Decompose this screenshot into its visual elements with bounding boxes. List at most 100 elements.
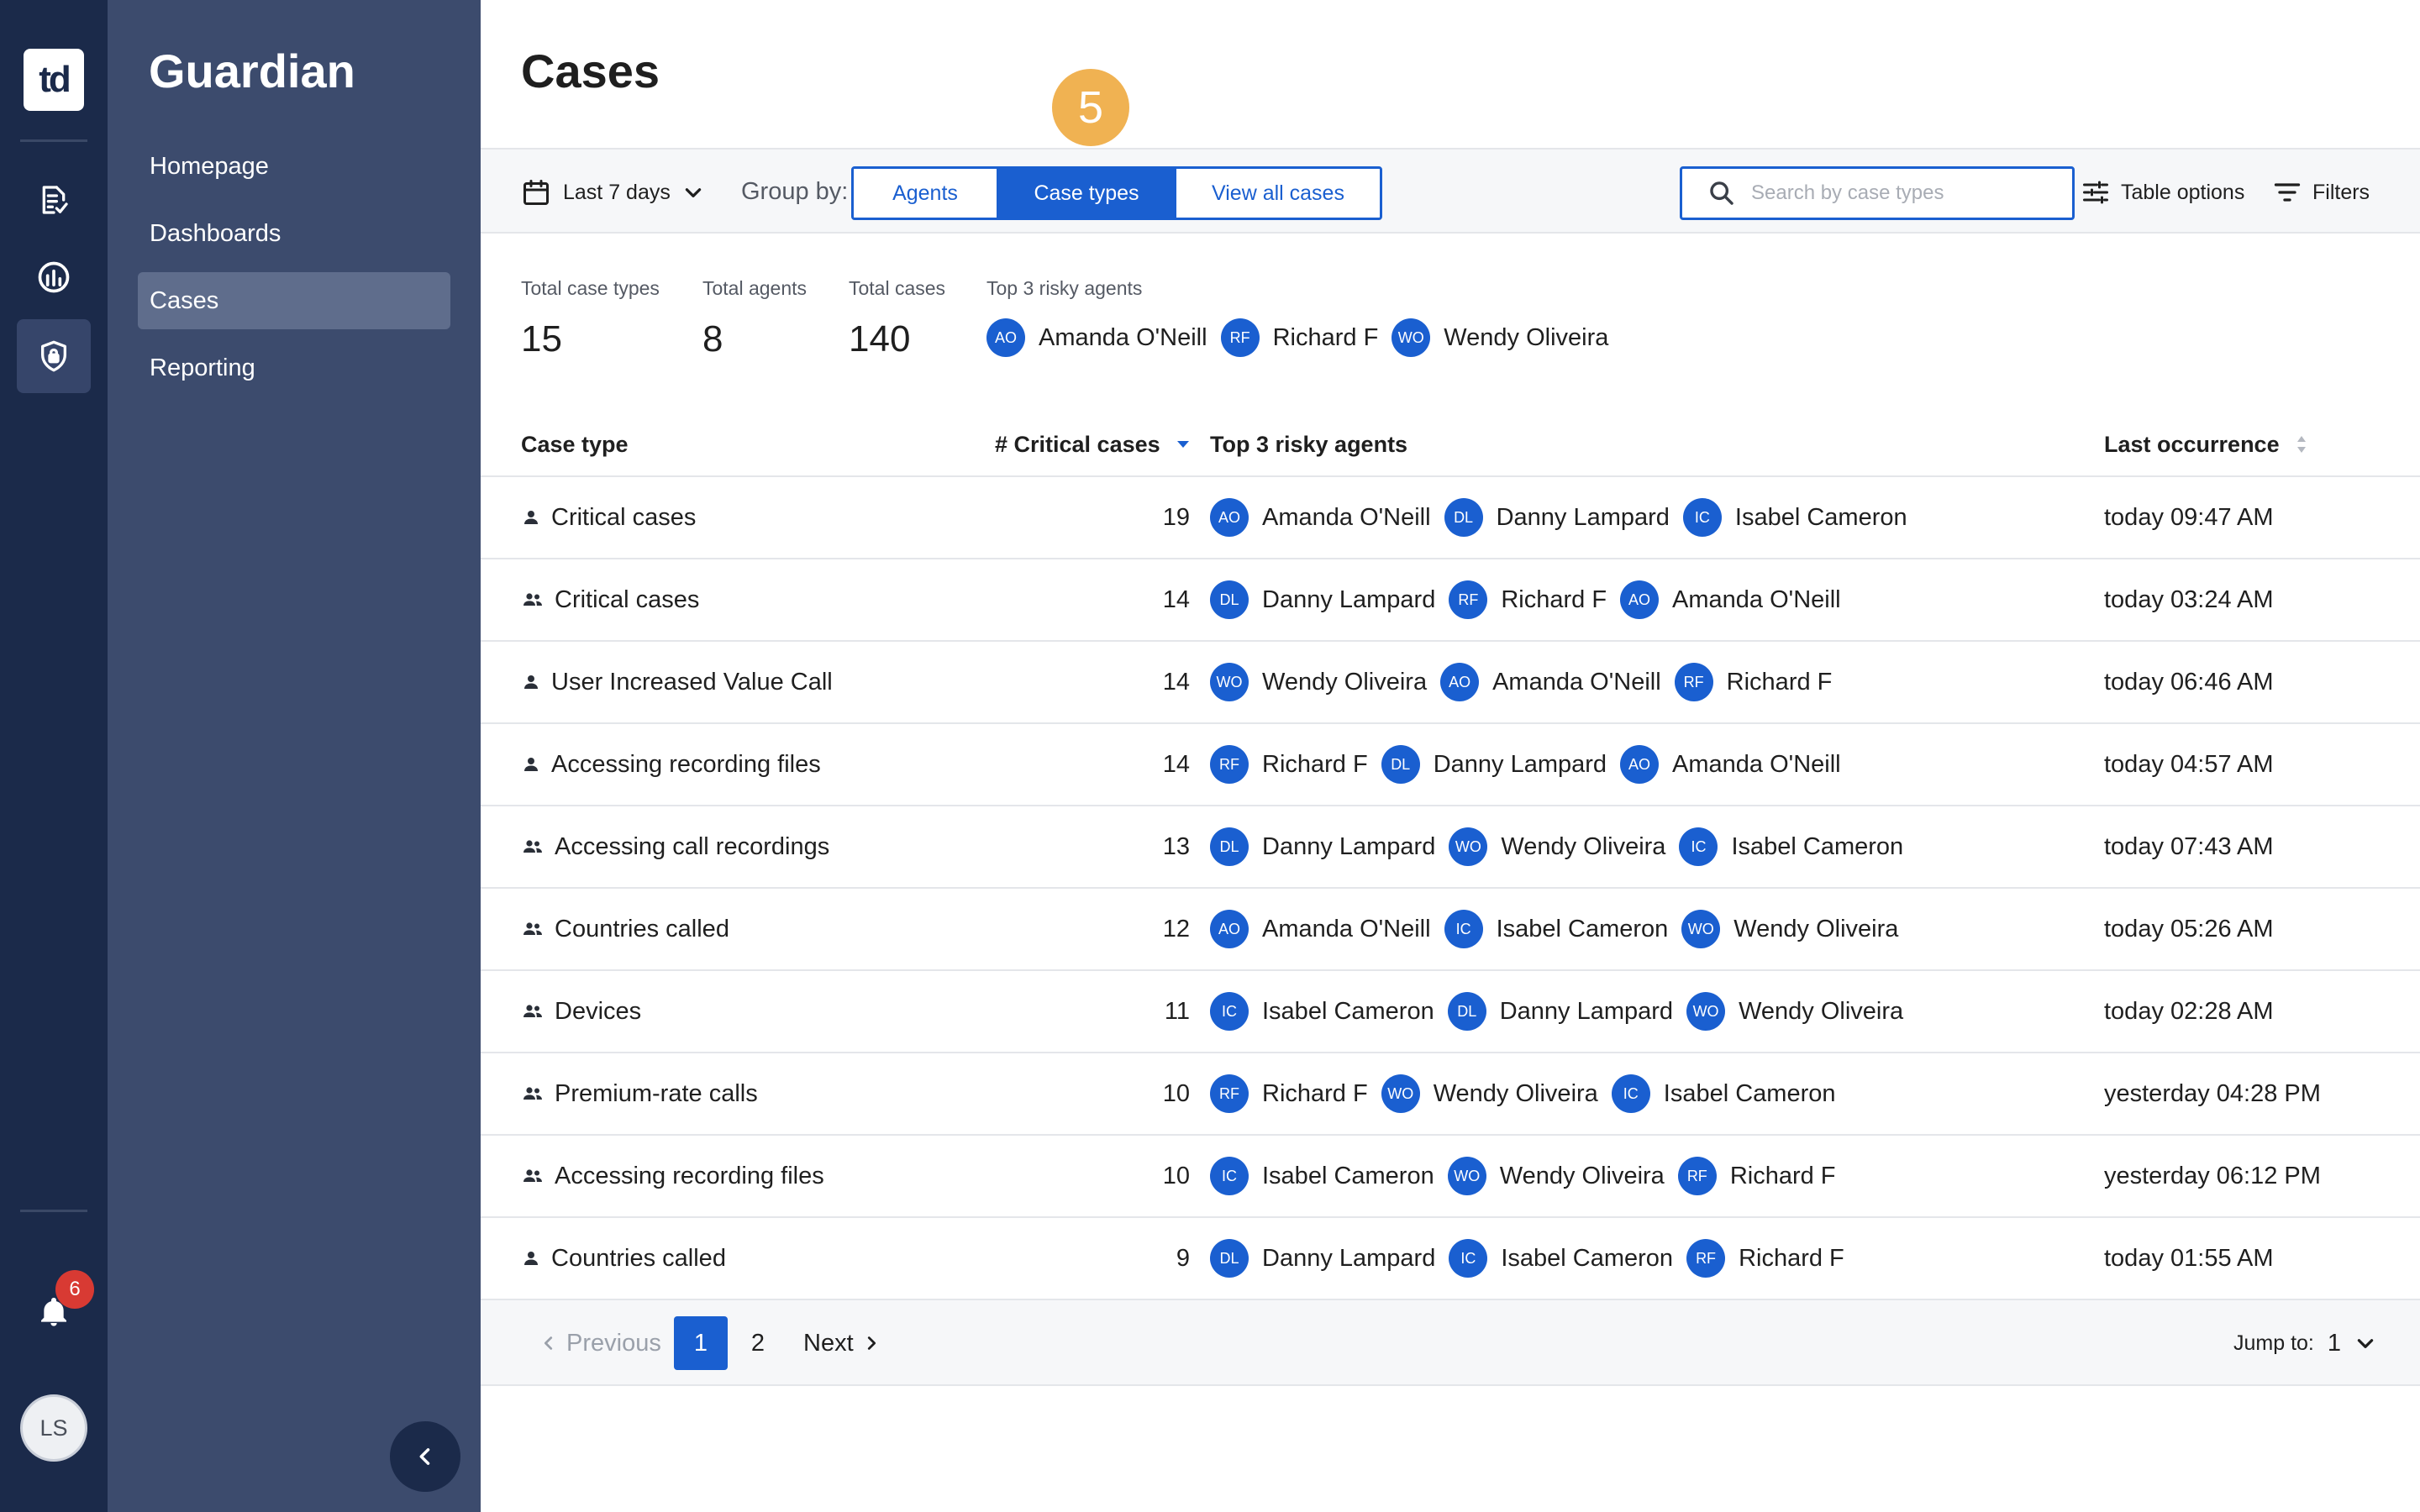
agent-chip[interactable]: IC Isabel Cameron bbox=[1682, 498, 1921, 537]
last-occurrence-cell: today 05:26 AM bbox=[2104, 915, 2274, 942]
agent-chip[interactable]: DL Danny Lampard bbox=[1447, 992, 1686, 1031]
critical-count-cell: 14 bbox=[1162, 668, 1190, 696]
column-label: Last occurrence bbox=[2104, 431, 2280, 457]
previous-label: Previous bbox=[566, 1329, 661, 1357]
rail-tasks-button[interactable] bbox=[17, 163, 91, 237]
table-row[interactable]: Critical cases 14 DL Danny Lampard RF Richard… bbox=[481, 559, 2420, 642]
table-row[interactable]: Critical cases 19 AO Amanda O'Neill DL Danny … bbox=[481, 477, 2420, 559]
group-by-toggle: Agents Case types View all cases bbox=[851, 166, 1382, 220]
agent-chip[interactable]: AO Amanda O'Neill bbox=[1620, 745, 1854, 784]
main-content: Cases 5 Last 7 days Group by: Agents Cas… bbox=[481, 0, 2420, 1512]
agent-name: Danny Lampard bbox=[1262, 832, 1436, 860]
case-type-cell: Premium-rate calls bbox=[521, 1053, 758, 1134]
agent-chip[interactable]: AO Amanda O'Neill bbox=[1210, 498, 1444, 537]
agent-chip[interactable]: RF Richard F bbox=[1449, 580, 1620, 619]
agent-avatar: AO bbox=[986, 318, 1025, 357]
nav-item-cases[interactable]: Cases bbox=[138, 272, 450, 329]
agent-chip[interactable]: IC Isabel Cameron bbox=[1210, 1157, 1448, 1195]
agent-chip[interactable]: RF Richard F bbox=[1674, 663, 1846, 701]
agent-chip[interactable]: AO Amanda O'Neill bbox=[986, 318, 1221, 357]
rail-guardian-button[interactable] bbox=[17, 319, 91, 393]
agent-avatar: DL bbox=[1444, 498, 1483, 537]
analytics-icon bbox=[35, 259, 72, 296]
nav-item-reporting[interactable]: Reporting bbox=[138, 339, 450, 396]
agent-chip[interactable]: DL Danny Lampard bbox=[1210, 1239, 1449, 1278]
top-agents-cell: DL Danny Lampard RF Richard F AO Amanda O'Nei… bbox=[1210, 559, 1854, 640]
app-logo[interactable]: td bbox=[24, 49, 84, 111]
agent-chip[interactable]: DL Danny Lampard bbox=[1210, 827, 1449, 866]
search-input[interactable] bbox=[1751, 181, 2037, 205]
nav-item-dashboards[interactable]: Dashboards bbox=[138, 205, 450, 262]
agent-name: Richard F bbox=[1726, 668, 1833, 696]
column-header-last-occurrence[interactable]: Last occurrence bbox=[2104, 412, 2308, 477]
table-row[interactable]: Devices 11 IC Isabel Cameron DL Danny Lampard… bbox=[481, 971, 2420, 1053]
agent-avatar: IC bbox=[1210, 1157, 1249, 1195]
group-by-case-types-button[interactable]: Case types bbox=[997, 169, 1175, 218]
agent-chip[interactable]: WO Wendy Oliveira bbox=[1447, 1157, 1678, 1195]
agent-chip[interactable]: IC Isabel Cameron bbox=[1679, 827, 1917, 866]
date-range-picker[interactable]: Last 7 days bbox=[521, 175, 704, 210]
table-row[interactable]: Countries called 9 DL Danny Lampard IC Isabel… bbox=[481, 1218, 2420, 1300]
group-icon bbox=[521, 837, 544, 857]
agent-chip[interactable]: IC Isabel Cameron bbox=[1449, 1239, 1686, 1278]
agent-chip[interactable]: RF Richard F bbox=[1220, 318, 1392, 357]
agent-chip[interactable]: RF Richard F bbox=[1686, 1239, 1858, 1278]
agent-avatar: DL bbox=[1447, 992, 1486, 1031]
next-label: Next bbox=[803, 1329, 854, 1357]
table-row[interactable]: Accessing call recordings 13 DL Danny Lampa… bbox=[481, 806, 2420, 889]
top-agents-cell: AO Amanda O'Neill IC Isabel Cameron WO Wendy … bbox=[1210, 889, 1912, 969]
table-row[interactable]: Premium-rate calls 10 RF Richard F WO Wendy O… bbox=[481, 1053, 2420, 1136]
column-header-critical-cases[interactable]: # Critical cases bbox=[995, 412, 1191, 477]
agent-name: Amanda O'Neill bbox=[1672, 585, 1841, 613]
agent-avatar: RF bbox=[1220, 318, 1260, 357]
agent-chip[interactable]: DL Danny Lampard bbox=[1210, 580, 1449, 619]
user-avatar[interactable]: LS bbox=[20, 1394, 87, 1462]
agent-chip[interactable]: WO Wendy Oliveira bbox=[1381, 1074, 1612, 1113]
column-header-case-type[interactable]: Case type bbox=[521, 412, 629, 477]
agent-avatar: RF bbox=[1674, 663, 1713, 701]
agent-name: Amanda O'Neill bbox=[1492, 668, 1661, 696]
agent-chip[interactable]: IC Isabel Cameron bbox=[1210, 992, 1448, 1031]
tune-icon bbox=[2081, 177, 2111, 207]
agent-avatar: WO bbox=[1210, 663, 1249, 701]
table-options-button[interactable]: Table options bbox=[2081, 175, 2244, 210]
agent-avatar: AO bbox=[1620, 745, 1660, 784]
jump-to-page[interactable]: Jump to: 1 bbox=[2233, 1326, 2376, 1361]
next-page-button[interactable]: Next bbox=[803, 1326, 881, 1361]
page-2-button[interactable]: 2 bbox=[731, 1316, 785, 1370]
column-header-top-agents[interactable]: Top 3 risky agents bbox=[1210, 412, 1407, 477]
agent-chip[interactable]: IC Isabel Cameron bbox=[1611, 1074, 1849, 1113]
filters-button[interactable]: Filters bbox=[2272, 175, 2370, 210]
top-agents-cell: DL Danny Lampard IC Isabel Cameron RF Richard… bbox=[1210, 1218, 1858, 1299]
rail-divider bbox=[20, 139, 87, 142]
agent-name: Wendy Oliveira bbox=[1444, 323, 1609, 351]
last-occurrence-cell: today 04:57 AM bbox=[2104, 750, 2274, 778]
table-row[interactable]: Accessing recording files 14 RF Richard F DL… bbox=[481, 724, 2420, 806]
agent-chip[interactable]: AO Amanda O'Neill bbox=[1210, 910, 1444, 948]
agent-chip[interactable]: WO Wendy Oliveira bbox=[1681, 910, 1912, 948]
agent-chip[interactable]: IC Isabel Cameron bbox=[1444, 910, 1682, 948]
agent-chip[interactable]: WO Wendy Oliveira bbox=[1392, 318, 1622, 357]
rail-dashboard-button[interactable] bbox=[17, 240, 91, 314]
previous-page-button[interactable]: Previous bbox=[539, 1326, 661, 1361]
page-1-button[interactable]: 1 bbox=[674, 1316, 728, 1370]
agent-chip[interactable]: DL Danny Lampard bbox=[1444, 498, 1683, 537]
agent-chip[interactable]: WO Wendy Oliveira bbox=[1449, 827, 1679, 866]
table-row[interactable]: User Increased Value Call 14 WO Wendy Olive… bbox=[481, 642, 2420, 724]
agent-chip[interactable]: RF Richard F bbox=[1210, 745, 1381, 784]
agent-chip[interactable]: AO Amanda O'Neill bbox=[1440, 663, 1675, 701]
case-type-label: Critical cases bbox=[555, 585, 700, 613]
agent-chip[interactable]: DL Danny Lampard bbox=[1381, 745, 1620, 784]
table-row[interactable]: Countries called 12 AO Amanda O'Neill IC Isab… bbox=[481, 889, 2420, 971]
agent-chip[interactable]: WO Wendy Oliveira bbox=[1210, 663, 1440, 701]
agent-chip[interactable]: RF Richard F bbox=[1677, 1157, 1849, 1195]
group-by-agents-button[interactable]: Agents bbox=[854, 169, 997, 218]
table-row[interactable]: Accessing recording files 10 IC Isabel Came… bbox=[481, 1136, 2420, 1218]
nav-item-homepage[interactable]: Homepage bbox=[138, 138, 450, 195]
agent-chip[interactable]: WO Wendy Oliveira bbox=[1686, 992, 1917, 1031]
case-type-cell: Accessing recording files bbox=[521, 1136, 824, 1216]
agent-chip[interactable]: RF Richard F bbox=[1210, 1074, 1381, 1113]
collapse-sidebar-button[interactable] bbox=[390, 1421, 460, 1492]
agent-chip[interactable]: AO Amanda O'Neill bbox=[1620, 580, 1854, 619]
view-all-cases-button[interactable]: View all cases bbox=[1175, 169, 1380, 218]
